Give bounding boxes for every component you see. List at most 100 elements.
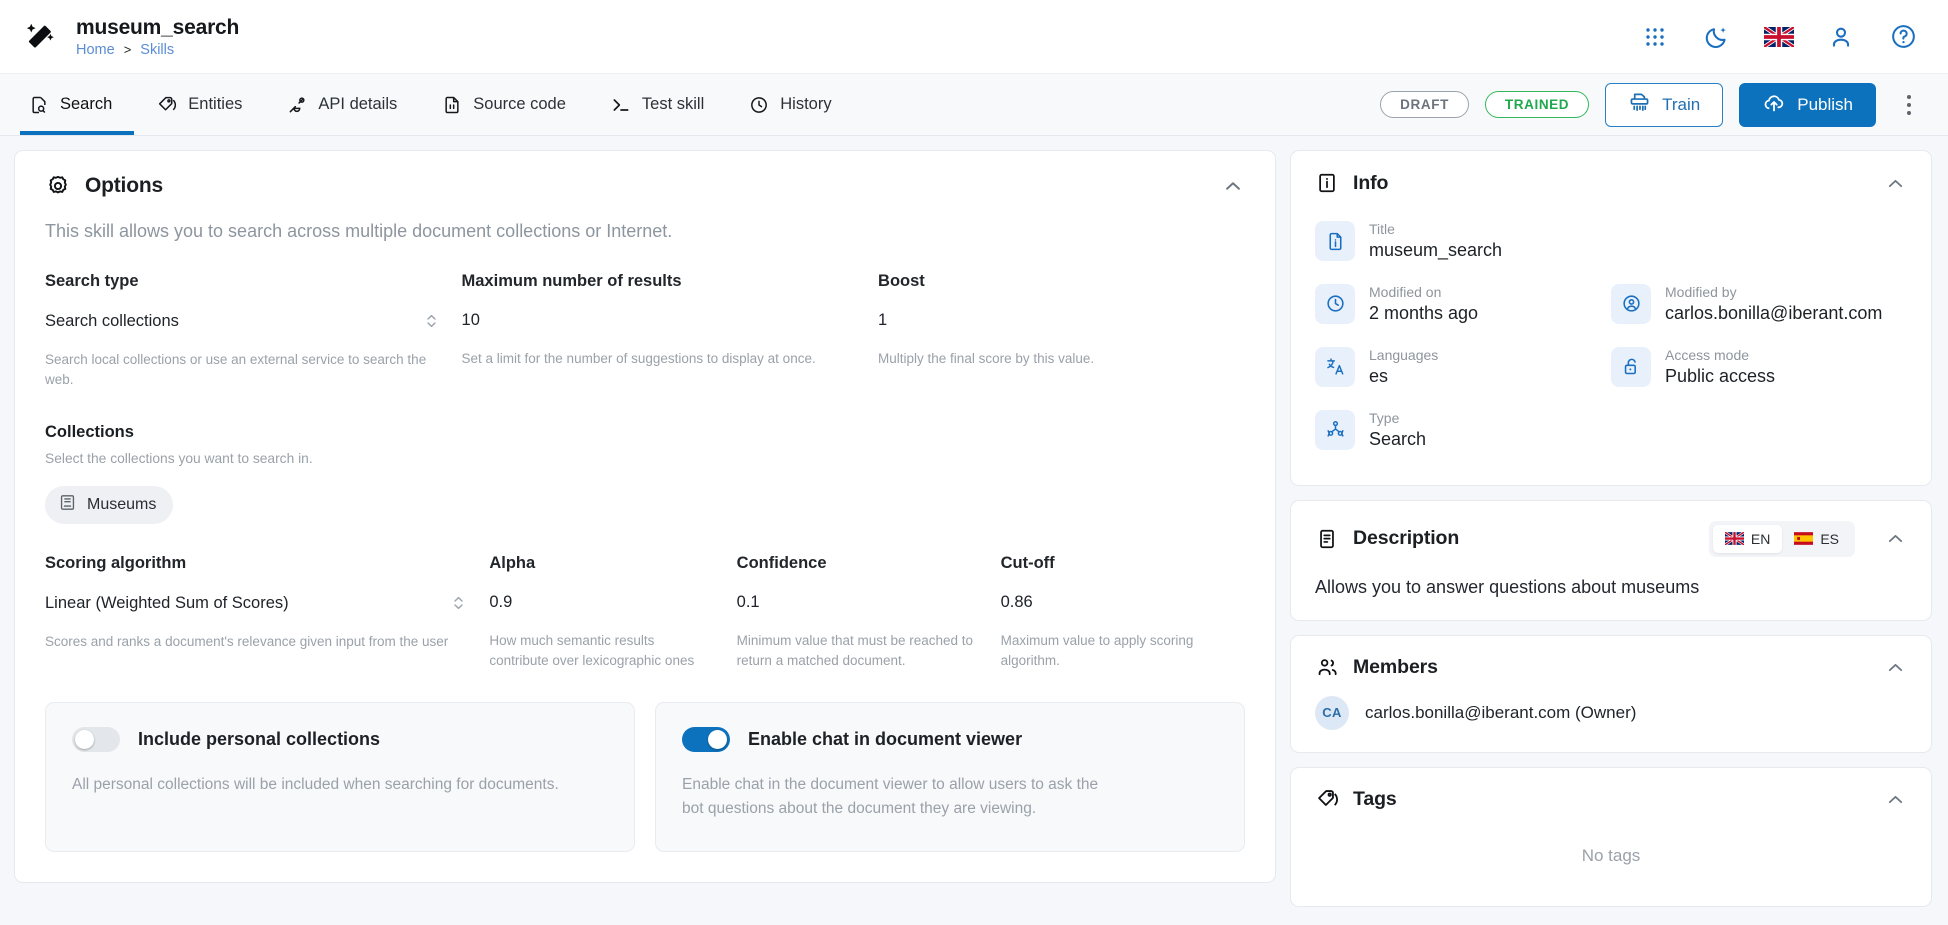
toggle-label: Include personal collections xyxy=(138,729,381,750)
apps-grid-icon[interactable] xyxy=(1640,22,1670,52)
tab-test-skill[interactable]: Test skill xyxy=(588,74,726,135)
info-panel-header: Info xyxy=(1315,171,1907,195)
language-button-es[interactable]: ES xyxy=(1782,525,1851,553)
info-panel-title: Info xyxy=(1353,171,1389,194)
options-row-1: Search type Search collections Search lo… xyxy=(45,272,1245,389)
chevron-up-icon[interactable] xyxy=(1883,527,1907,551)
info-value: Public access xyxy=(1665,365,1776,386)
info-item-modified-on: Modified on 2 months ago xyxy=(1315,274,1611,337)
field-value: Linear (Weighted Sum of Scores) xyxy=(45,593,289,612)
scoring-algorithm-select[interactable]: Linear (Weighted Sum of Scores) xyxy=(45,593,465,613)
field-value: Search collections xyxy=(45,311,179,330)
top-bar: museum_search Home > Skills xyxy=(0,0,1948,74)
field-value: 1 xyxy=(878,311,888,329)
field-label: Alpha xyxy=(489,554,536,573)
toggle-knob xyxy=(75,730,94,750)
search-type-select[interactable]: Search collections xyxy=(45,311,438,331)
language-flag-uk-icon[interactable] xyxy=(1764,22,1794,52)
cutoff-input[interactable]: 0.86 xyxy=(1001,593,1221,612)
collection-chip-museums[interactable]: Museums xyxy=(45,486,174,525)
clock-history-icon xyxy=(748,94,770,116)
info-value: es xyxy=(1369,365,1389,386)
field-value: 0.86 xyxy=(1000,593,1033,612)
publish-button[interactable]: Publish xyxy=(1739,82,1876,127)
chevron-up-icon[interactable] xyxy=(1221,174,1245,198)
dark-mode-moon-icon[interactable] xyxy=(1702,22,1732,52)
chevron-updown-icon xyxy=(452,593,465,613)
field-confidence: Confidence 0.1 Minimum value that must b… xyxy=(737,554,1001,670)
members-panel-header: Members xyxy=(1315,656,1907,680)
train-button-label: Train xyxy=(1662,94,1701,114)
tab-label: Source code xyxy=(473,95,566,113)
field-alpha: Alpha 0.9 How much semantic results cont… xyxy=(489,554,736,670)
user-account-icon[interactable] xyxy=(1826,22,1856,52)
tab-api-details[interactable]: API details xyxy=(264,74,419,135)
info-label: Type xyxy=(1369,409,1400,426)
flag-es-icon xyxy=(1794,532,1814,546)
breadcrumb-skills[interactable]: Skills xyxy=(140,42,174,58)
info-square-icon xyxy=(1315,171,1339,195)
language-button-en[interactable]: EN xyxy=(1712,524,1783,553)
info-label: Languages xyxy=(1369,346,1439,363)
toggle-description: All personal collections will be include… xyxy=(72,776,559,794)
page-title: museum_search xyxy=(76,15,240,39)
description-text: Allows you to answer questions about mus… xyxy=(1315,576,1700,597)
member-list-item[interactable]: CA carlos.bonilla@iberant.com (Owner) xyxy=(1315,695,1907,730)
collections-subtitle: Select the collections you want to searc… xyxy=(45,451,313,467)
info-label: Modified by xyxy=(1665,283,1737,300)
options-title: Options xyxy=(85,174,163,197)
description-panel: Description EN ES Allows you to answer q… xyxy=(1290,499,1932,621)
field-label: Maximum number of results xyxy=(461,272,682,290)
info-value: carlos.bonilla@iberant.com xyxy=(1665,302,1883,323)
tags-panel-header: Tags xyxy=(1315,788,1907,812)
max-results-input[interactable]: 10 xyxy=(462,311,855,330)
breadcrumb-home[interactable]: Home xyxy=(76,42,115,58)
info-text: Languages es xyxy=(1369,347,1438,388)
enable-chat-in-document-viewer-toggle[interactable] xyxy=(682,727,730,753)
chevron-up-icon[interactable] xyxy=(1883,788,1907,812)
help-circle-icon[interactable] xyxy=(1888,22,1918,52)
info-panel: Info Title museum_search Modified on 2 m… xyxy=(1290,150,1932,486)
code-file-icon xyxy=(441,94,463,116)
info-text: Type Search xyxy=(1369,410,1426,451)
toggle-header: Include personal collections xyxy=(72,727,608,753)
toggle-card-row: Include personal collections All persona… xyxy=(45,702,1245,853)
info-value: museum_search xyxy=(1369,240,1503,260)
info-grid: Title museum_search Modified on 2 months… xyxy=(1315,211,1907,463)
chevron-up-icon[interactable] xyxy=(1883,656,1907,680)
field-scoring-algorithm: Scoring algorithm Linear (Weighted Sum o… xyxy=(45,554,489,670)
field-help: Maximum value to apply scoring algorithm… xyxy=(1000,633,1194,668)
tab-search[interactable]: Search xyxy=(20,74,135,135)
members-panel: Members CA carlos.bonilla@iberant.com (O… xyxy=(1290,634,1932,753)
options-subtitle: This skill allows you to search across m… xyxy=(45,221,673,241)
alpha-input[interactable]: 0.9 xyxy=(489,593,712,612)
tab-entities[interactable]: Entities xyxy=(134,74,264,135)
train-button[interactable]: Train xyxy=(1605,82,1724,127)
toggle-label: Enable chat in document viewer xyxy=(748,729,1023,750)
tab-source-code[interactable]: Source code xyxy=(419,74,588,135)
tab-label: Test skill xyxy=(641,95,705,113)
chevron-up-icon[interactable] xyxy=(1883,171,1907,195)
chip-label: Museums xyxy=(87,496,157,514)
breadcrumb-separator: > xyxy=(123,42,132,57)
flag-uk-icon xyxy=(1724,532,1744,546)
tab-history[interactable]: History xyxy=(726,74,853,135)
boost-input[interactable]: 1 xyxy=(878,311,1221,330)
top-icon-group xyxy=(1640,22,1922,52)
user-circle-icon xyxy=(1611,283,1651,324)
field-help: Multiply the final score by this value. xyxy=(878,351,1095,366)
toggle-knob xyxy=(708,730,727,750)
include-personal-collections-toggle[interactable] xyxy=(72,727,120,753)
page-content: Options This skill allows you to search … xyxy=(0,136,1948,925)
confidence-input[interactable]: 0.1 xyxy=(737,593,977,612)
kebab-menu-icon[interactable] xyxy=(1896,94,1922,115)
info-label: Title xyxy=(1369,221,1395,237)
info-label: Access mode xyxy=(1665,346,1750,363)
brand-block: museum_search Home > Skills xyxy=(20,16,239,58)
description-panel-title: Description xyxy=(1353,527,1460,550)
kebab-dot xyxy=(1907,110,1911,115)
kebab-dot xyxy=(1907,102,1911,107)
field-label: Scoring algorithm xyxy=(45,554,187,573)
main-column: Options This skill allows you to search … xyxy=(14,150,1276,925)
tags-empty-text: No tags xyxy=(1581,845,1641,865)
